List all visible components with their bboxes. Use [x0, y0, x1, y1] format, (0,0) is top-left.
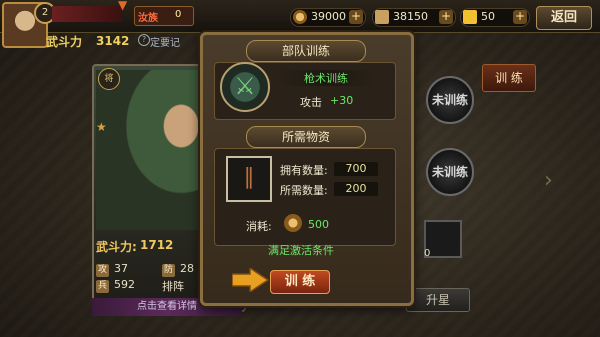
chevron-right-icon[interactable]: › — [544, 168, 558, 198]
gold-amount: 50 — [481, 10, 495, 23]
owned-label: 拥有数量: — [280, 164, 328, 177]
copper-coin-icon — [284, 214, 302, 232]
troops-value: 592 — [114, 278, 135, 291]
defense-value: 28 — [180, 262, 194, 275]
general-seal-icon: 将 — [98, 68, 120, 90]
copper-coin-icon — [293, 10, 307, 24]
back-button[interactable]: 返回 — [536, 6, 592, 30]
required-value: 200 — [334, 182, 378, 196]
copper-resource: 39000 + — [290, 8, 366, 27]
condition-text: 满足激活条件 — [268, 244, 334, 257]
required-label: 所需数量: — [280, 184, 328, 197]
stat-troops: 兵 592 — [96, 278, 135, 293]
trident-icon: ⚔ — [220, 62, 270, 112]
add-gold-button[interactable]: + — [513, 10, 527, 24]
copper-amount: 39000 — [311, 10, 346, 23]
defense-key: 防 — [162, 264, 175, 277]
cost-label: 消耗: — [246, 220, 272, 233]
card-battle-power-label: 武斗力: — [96, 240, 137, 254]
clan-value: 0 — [175, 9, 182, 20]
card-battle-power-value: 1712 — [140, 238, 174, 252]
grain-scroll-icon — [375, 10, 389, 24]
stat-attack: 攻 37 — [96, 262, 128, 277]
hint-text: 定要记 — [150, 38, 180, 49]
battle-power-label: 武斗力 — [46, 35, 83, 49]
gold-ingot-icon — [463, 10, 477, 24]
upgrade-star-button[interactable]: 升星 — [406, 288, 470, 312]
grain-resource: 38150 + — [372, 8, 456, 27]
clan-button[interactable]: 汝族 0 — [134, 6, 194, 26]
untrained-slot-2[interactable]: 未训练 — [426, 148, 474, 196]
skill-name: 枪术训练 — [304, 72, 348, 85]
train-button[interactable]: 训 练 — [270, 270, 330, 294]
notification-arrow-icon: ▼ — [118, 0, 128, 12]
attack-bonus-label: 攻击 — [300, 96, 322, 109]
cost-value: 500 — [308, 218, 329, 231]
battle-power-value: 3142 — [96, 34, 130, 48]
scroll-bundle-icon: ∥ — [226, 156, 272, 202]
attack-value: 37 — [114, 262, 128, 275]
grain-amount: 38150 — [393, 10, 428, 23]
stat-defense: 防 28 — [162, 262, 194, 277]
stat-formation: 排阵 — [162, 278, 184, 294]
clan-label: 汝族 — [138, 13, 158, 24]
equipment-count: 0 — [424, 248, 431, 259]
attack-key: 攻 — [96, 264, 109, 277]
info-icon: ? — [138, 34, 150, 46]
owned-value: 700 — [334, 162, 378, 176]
player-name-strip — [52, 6, 122, 22]
troops-key: 兵 — [96, 280, 109, 293]
formation-value: 排阵 — [162, 280, 184, 293]
pointer-arrow-icon — [232, 268, 270, 292]
dialog-title: 部队训练 — [246, 40, 366, 62]
star-icon: ★ — [96, 120, 107, 134]
untrained-slot-1[interactable]: 未训练 — [426, 76, 474, 124]
materials-title: 所需物资 — [246, 126, 366, 148]
gold-resource: 50 + — [460, 8, 530, 27]
attack-bonus-value: +30 — [330, 94, 354, 107]
add-grain-button[interactable]: + — [439, 10, 453, 24]
tab-training[interactable]: 训 练 — [482, 64, 536, 92]
add-copper-button[interactable]: + — [349, 10, 363, 24]
